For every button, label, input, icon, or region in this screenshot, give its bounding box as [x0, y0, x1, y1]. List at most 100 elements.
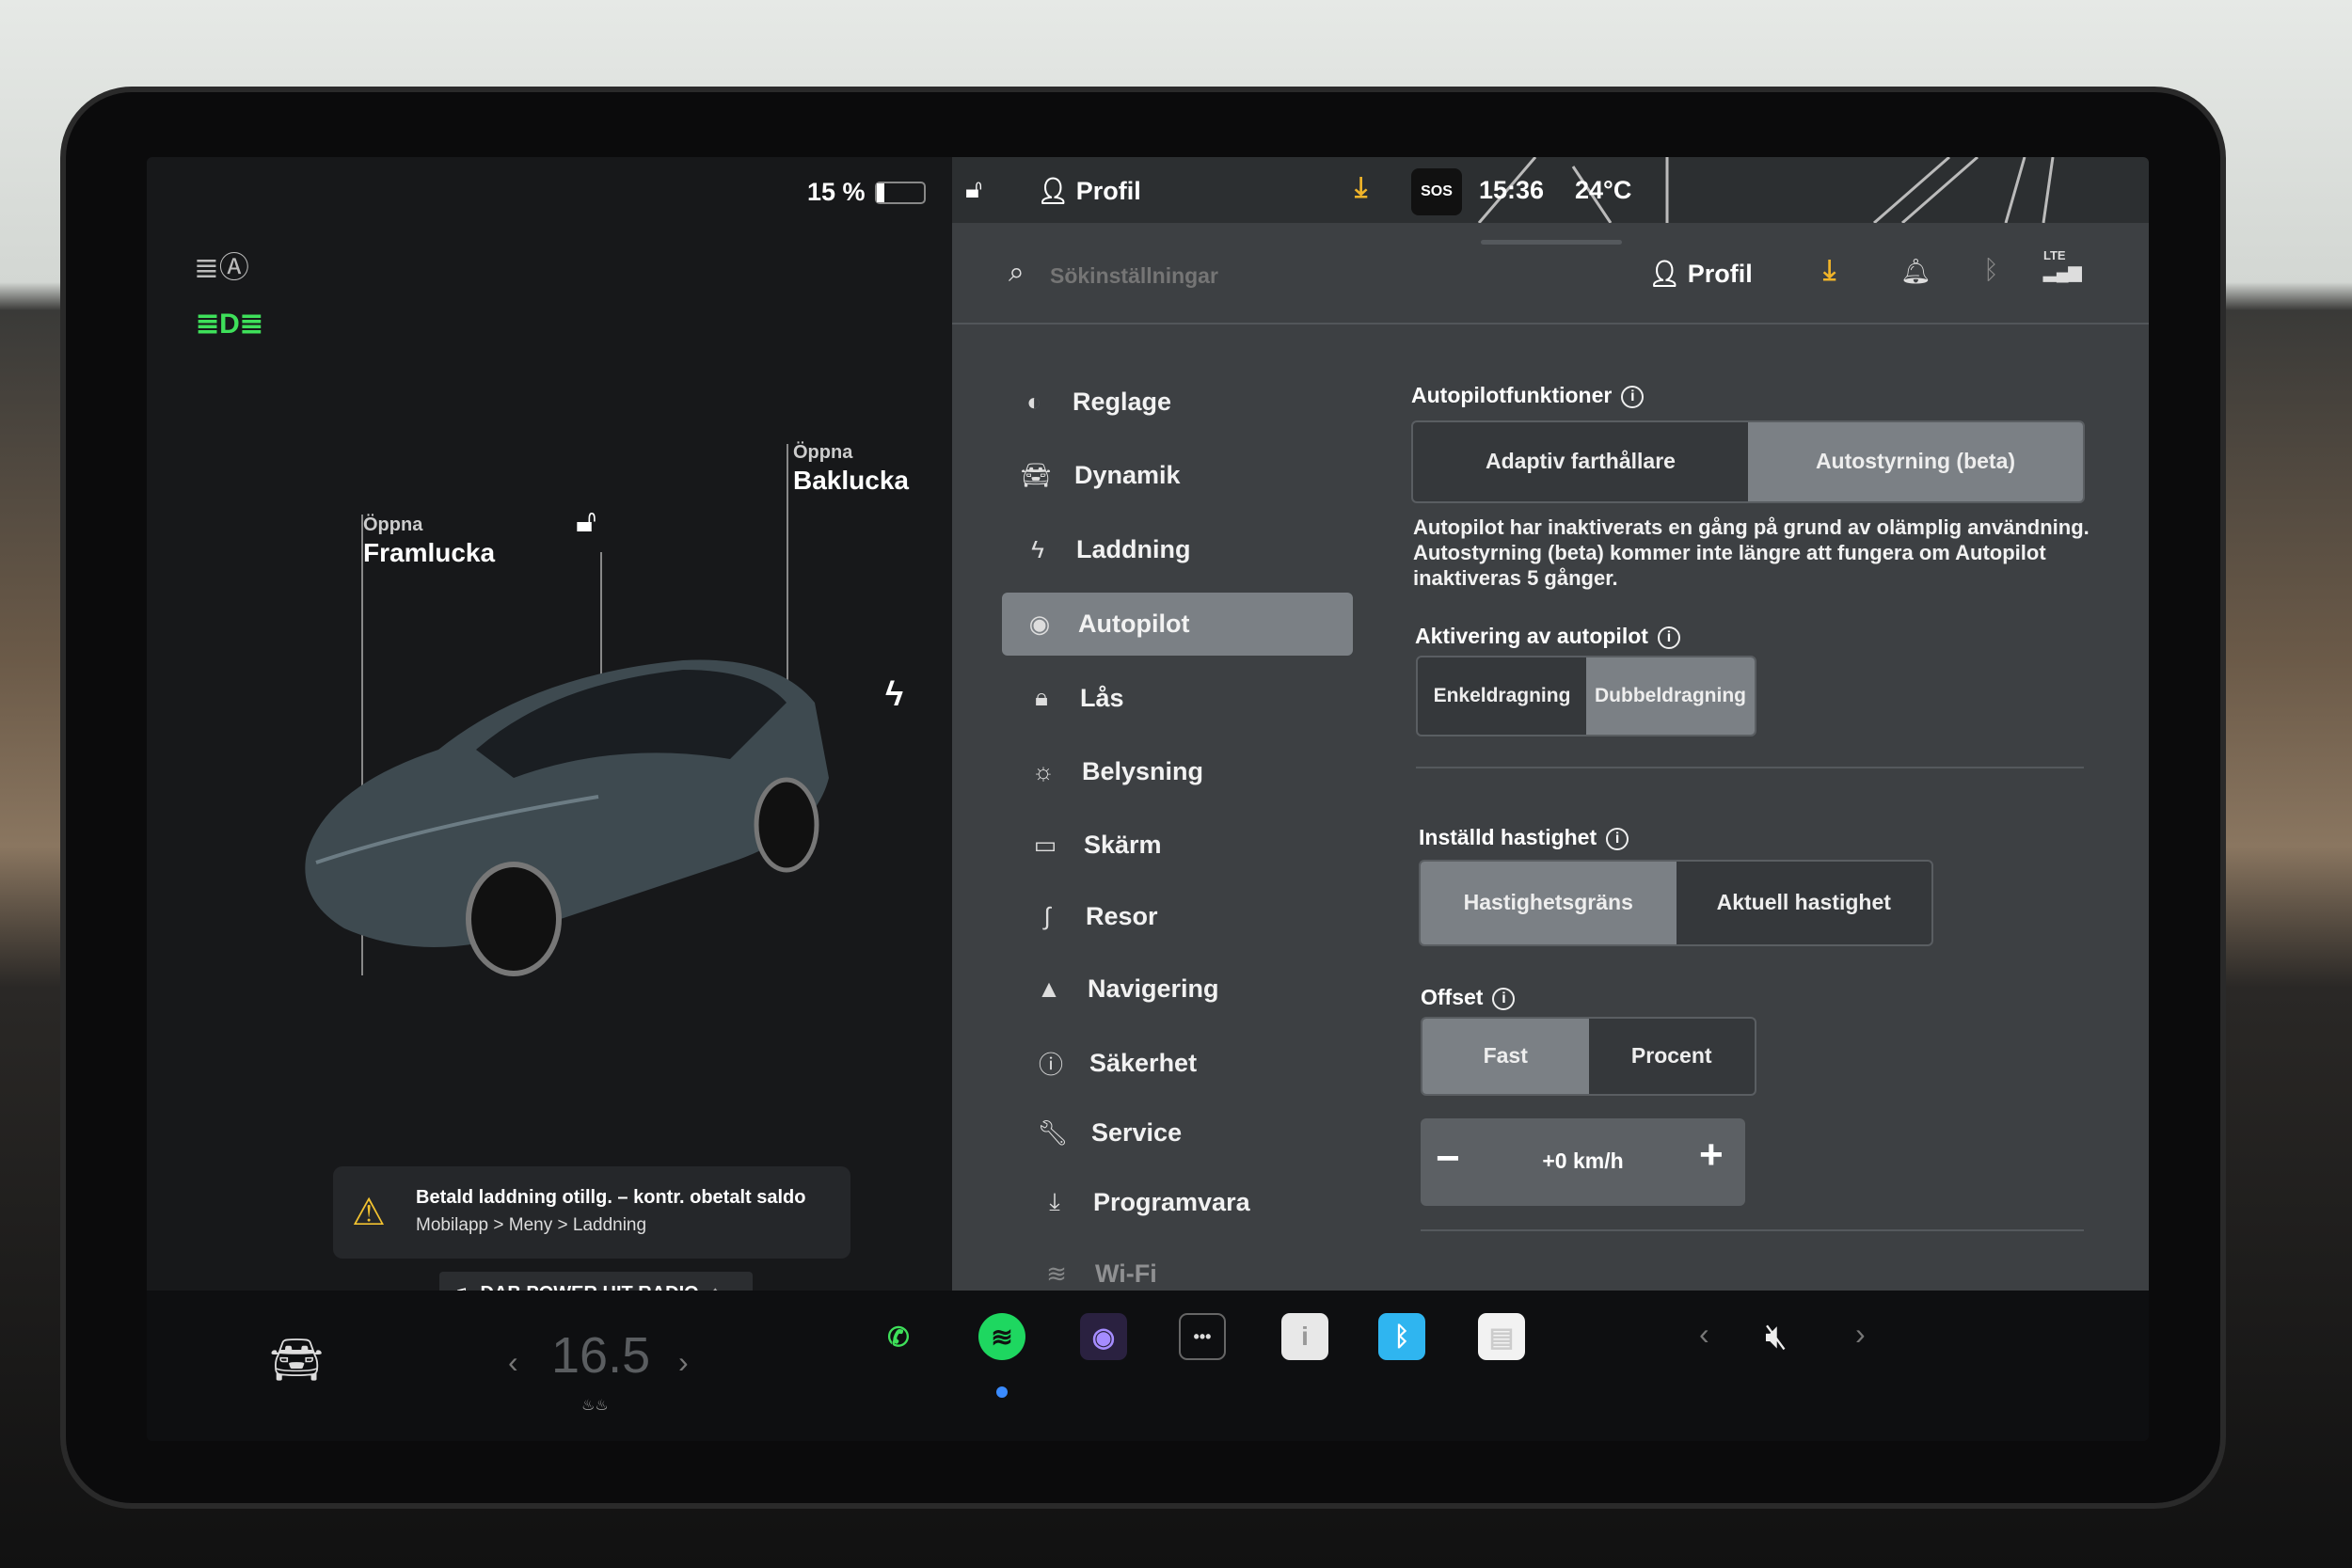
frunk-label-top[interactable]: Öppna: [363, 515, 422, 536]
seat-heater-icon[interactable]: ♨♨: [581, 1396, 609, 1415]
volume-down-button[interactable]: ‹: [1699, 1317, 1709, 1352]
sidebar-item-säkerhet[interactable]: ⓘ Säkerhet: [1035, 1046, 1197, 1081]
info-icon[interactable]: i: [1492, 988, 1516, 1010]
person-icon: 👤︎: [1648, 260, 1688, 288]
sidebar-item-service[interactable]: 🔧︎ Service: [1037, 1118, 1182, 1148]
info-icon[interactable]: i: [1621, 386, 1645, 408]
sidebar-item-resor[interactable]: ∫ Resor: [1031, 902, 1157, 931]
profile-status[interactable]: 👤︎ Profil: [1037, 176, 1141, 206]
display-icon: ▭: [1033, 831, 1057, 859]
bottom-dock: 🚘︎ ‹ 16.5 › ♨♨ ✆ ≋ ◉ ••• i ᛒ ▤ ‹ 🔇︎ ›: [147, 1291, 2149, 1441]
map-strip[interactable]: 🔓︎ 👤︎ Profil ⤓ SOS 15:36 24°C: [952, 157, 2149, 223]
offset-heading: Offset i: [1421, 985, 1516, 1010]
info-icon[interactable]: i: [1657, 626, 1680, 649]
temp-down-button[interactable]: ‹: [508, 1345, 518, 1380]
sun-icon: ☼: [1032, 757, 1055, 785]
increase-button[interactable]: +: [1699, 1132, 1724, 1179]
clock: 15:36: [1479, 176, 1545, 204]
warning-icon: ⚠: [352, 1192, 386, 1233]
search-input[interactable]: [1050, 257, 1520, 294]
sidebar-item-navigering[interactable]: ▲ Navigering: [1033, 974, 1219, 1004]
sidebar-item-label: Lås: [1080, 683, 1124, 712]
sidebar-item-dynamik[interactable]: 🚘︎ Dynamik: [1020, 461, 1181, 490]
charging-alert[interactable]: ⚠ Betald laddning otillg. – kontr. obeta…: [333, 1166, 850, 1259]
more-apps-icon[interactable]: •••: [1179, 1313, 1226, 1360]
toggle-icon: ◐: [1026, 388, 1041, 416]
lte-signal-icon: LTE ▂▄▆: [2043, 248, 2082, 282]
activation-option[interactable]: Dubbeldragning: [1586, 657, 1755, 735]
touchscreen: ≣Ⓐ ≣D≣ 15 % Öppna Framlucka Öppna Bakluc…: [147, 157, 2149, 1441]
offset-option[interactable]: Procent: [1589, 1019, 1756, 1094]
bluetooth-app-icon[interactable]: ᛒ: [1378, 1313, 1425, 1360]
sidebar-item-label: Dynamik: [1074, 461, 1181, 489]
sos-button[interactable]: SOS: [1411, 168, 1462, 215]
sidebar-item-laddning[interactable]: ϟ Laddning: [1022, 535, 1190, 564]
offset-stepper: − +0 km/h +: [1421, 1118, 1745, 1206]
sidebar-item-wi-fi[interactable]: ≋ Wi-Fi: [1041, 1259, 1157, 1289]
activation-selector: Enkeldragning Dubbeldragning: [1416, 656, 1756, 736]
sidebar-item-programvara[interactable]: ⤓ Programvara: [1039, 1187, 1250, 1217]
features-heading: Autopilotfunktioner i: [1411, 383, 1645, 408]
fog-lights-icon: ≣D≣: [196, 309, 263, 340]
alert-subtitle: Mobilapp > Meny > Laddning: [416, 1215, 647, 1235]
sidebar-item-belysning[interactable]: ☼ Belysning: [1027, 757, 1203, 786]
mute-icon[interactable]: 🔇︎: [1765, 1317, 1788, 1357]
volume-up-button[interactable]: ›: [1855, 1317, 1866, 1352]
speed-option[interactable]: Aktuell hastighet: [1677, 862, 1932, 944]
features-option[interactable]: Adaptiv farthållare: [1413, 422, 1748, 501]
frunk-open-button[interactable]: Framlucka: [363, 538, 495, 568]
battery-percent: 15 %: [807, 178, 866, 206]
sidebar-item-skärm[interactable]: ▭ Skärm: [1029, 831, 1162, 860]
profile-label: Profil: [1075, 177, 1141, 205]
lock-status-icon[interactable]: 🔓︎: [965, 174, 982, 205]
speed-option[interactable]: Hastighetsgräns: [1421, 862, 1677, 944]
bell-icon[interactable]: 🔔︎: [1900, 257, 1931, 286]
cabin-temperature[interactable]: 16.5: [551, 1326, 650, 1385]
sidebar-item-label: Navigering: [1088, 974, 1219, 1003]
auto-headlights-icon[interactable]: ≣Ⓐ: [194, 244, 249, 287]
car-icon[interactable]: 🚘︎: [269, 1334, 324, 1386]
trunk-open-button[interactable]: Baklucka: [793, 466, 909, 496]
unlock-icon[interactable]: 🔓︎: [576, 503, 596, 540]
profile-button[interactable]: 👤︎ Profil: [1648, 259, 1753, 289]
header-divider: [952, 323, 2149, 325]
sidebar-item-label: Wi-Fi: [1095, 1259, 1157, 1288]
download-icon[interactable]: ⤓: [1823, 255, 1836, 287]
safety-icon: ⓘ: [1038, 1051, 1063, 1079]
outside-temperature: 24°C: [1575, 176, 1632, 204]
drag-handle[interactable]: [1481, 240, 1622, 245]
car-icon: 🚘︎: [1020, 461, 1052, 489]
lte-label: LTE: [2043, 248, 2066, 262]
offset-option[interactable]: Fast: [1422, 1019, 1589, 1094]
activation-heading: Aktivering av autopilot i: [1415, 624, 1680, 649]
sidebar-item-autopilot[interactable]: ◉ Autopilot: [1024, 610, 1190, 639]
manual-app-icon[interactable]: i: [1281, 1313, 1328, 1360]
spotify-app-icon[interactable]: ≋: [978, 1313, 1025, 1360]
sidebar-item-lås[interactable]: 🔒︎ Lås: [1025, 683, 1124, 713]
bluetooth-icon[interactable]: ᛒ: [1983, 255, 1999, 285]
info-icon[interactable]: i: [1606, 828, 1629, 850]
set-speed-selector: Hastighetsgräns Aktuell hastighet: [1419, 860, 1933, 946]
divider: [1416, 767, 2084, 768]
sidebar-item-reglage[interactable]: ◐ Reglage: [1018, 388, 1171, 417]
offset-type-selector: Fast Procent: [1421, 1017, 1756, 1096]
sidebar-item-label: Belysning: [1082, 757, 1204, 785]
download-icon[interactable]: ⤓: [1355, 172, 1367, 204]
features-option[interactable]: Autostyrning (beta): [1748, 422, 2083, 501]
sidebar-item-label: Skärm: [1084, 831, 1162, 859]
navigation-icon: ▲: [1037, 974, 1061, 1003]
calendar-app-icon[interactable]: ▤: [1478, 1313, 1525, 1360]
phone-app-icon[interactable]: ✆: [875, 1313, 922, 1360]
wifi-icon: ≋: [1046, 1259, 1067, 1288]
autopilot-warning: Autopilot har inaktiverats en gång på gr…: [1413, 515, 2090, 590]
download-icon: ⤓: [1049, 1187, 1060, 1215]
trunk-label-top[interactable]: Öppna: [793, 442, 852, 464]
wrench-icon: 🔧︎: [1037, 1118, 1069, 1147]
activation-option[interactable]: Enkeldragning: [1418, 657, 1586, 735]
car-model-image: [305, 659, 829, 976]
camera-app-icon[interactable]: ◉: [1080, 1313, 1127, 1360]
sidebar-item-label: Programvara: [1093, 1187, 1250, 1216]
sidebar-item-label: Service: [1091, 1118, 1183, 1147]
alert-title: Betald laddning otillg. – kontr. obetalt…: [416, 1187, 806, 1208]
temp-up-button[interactable]: ›: [678, 1345, 689, 1380]
